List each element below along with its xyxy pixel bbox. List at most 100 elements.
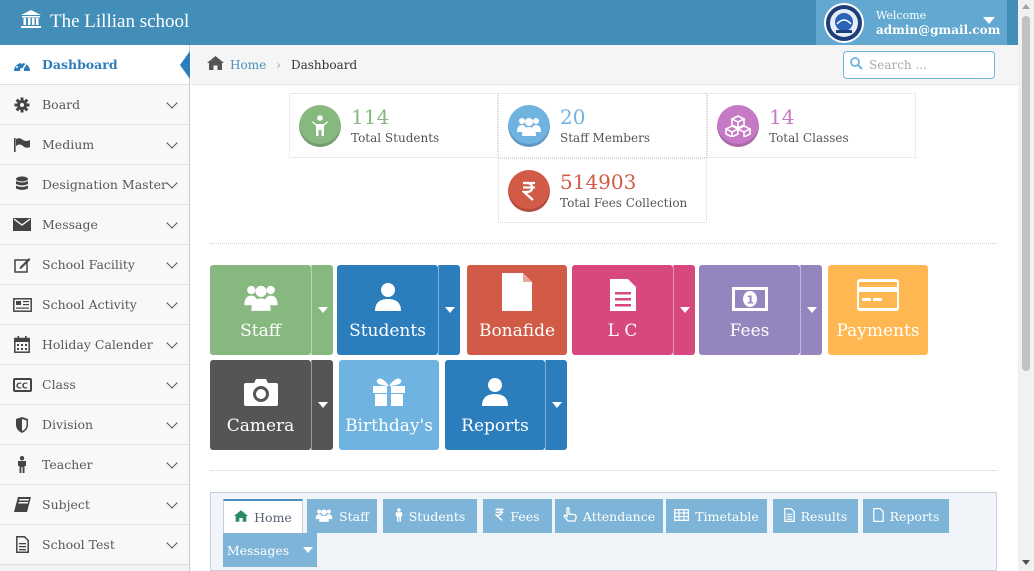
sidebar-item-designation-master[interactable]: Designation Master xyxy=(0,165,189,205)
tab-fees[interactable]: Fees xyxy=(483,499,552,533)
book-icon xyxy=(12,496,32,514)
sidebar-item-label: Class xyxy=(42,377,76,392)
stat-total-classes: 14 Total Classes xyxy=(707,93,916,158)
sidebar-item-class[interactable]: CC Class xyxy=(0,365,189,405)
stat-value: 514903 xyxy=(560,170,637,194)
breadcrumb-home-link[interactable]: Home xyxy=(230,58,266,72)
button-label: Fees xyxy=(729,321,770,341)
sidebar-item-dashboard[interactable]: Dashboard xyxy=(0,45,190,85)
tab-students[interactable]: Students xyxy=(383,499,477,533)
sidebar-item-subject[interactable]: Subject xyxy=(0,485,189,525)
reports-shortcut-button[interactable]: Reports xyxy=(445,360,545,450)
sidebar-item-label: Teacher xyxy=(42,457,93,472)
calendar-icon xyxy=(12,336,32,354)
staff-dropdown-toggle[interactable] xyxy=(311,265,333,355)
payments-shortcut-button[interactable]: Payments xyxy=(828,265,928,355)
credit-card-icon xyxy=(856,278,900,317)
group-icon xyxy=(315,508,333,525)
tab-messages[interactable]: Messages xyxy=(223,533,317,567)
sidebar-item-label: Subject xyxy=(42,497,90,512)
search-input[interactable]: Search ... xyxy=(843,51,995,79)
scroll-up-icon[interactable] xyxy=(1022,4,1030,9)
sidebar-item-label: Holiday Calender xyxy=(42,337,153,352)
database-icon xyxy=(12,176,32,194)
camera-icon xyxy=(243,377,279,412)
svg-text:CC: CC xyxy=(16,381,28,390)
tab-attendance[interactable]: Attendance xyxy=(555,499,663,533)
dashboard-icon xyxy=(12,56,32,74)
fees-dropdown-toggle[interactable] xyxy=(800,265,822,355)
sidebar-item-medium[interactable]: Medium xyxy=(0,125,189,165)
sidebar-item-label: School Activity xyxy=(42,297,137,312)
bonafide-shortcut-button[interactable]: Bonafide xyxy=(467,265,567,355)
staff-shortcut-button[interactable]: Staff xyxy=(210,265,311,355)
sidebar-item-label: School Facility xyxy=(42,257,135,272)
rupee-icon xyxy=(508,169,550,212)
cubes-icon xyxy=(717,104,759,147)
breadcrumb-separator: › xyxy=(276,57,281,72)
divider xyxy=(210,470,997,471)
envelope-icon xyxy=(12,216,32,234)
tab-staff[interactable]: Staff xyxy=(307,499,377,533)
shield-icon xyxy=(12,416,32,434)
file-icon xyxy=(872,507,884,525)
students-shortcut-button[interactable]: Students xyxy=(337,265,438,355)
tab-label: Home xyxy=(254,509,292,525)
reports-dropdown-toggle[interactable] xyxy=(545,360,567,450)
sidebar-item-school-test[interactable]: School Test xyxy=(0,525,189,565)
avatar xyxy=(824,2,864,43)
chevron-down-icon xyxy=(166,257,178,269)
user-menu[interactable]: Welcome admin@gmail.com xyxy=(816,0,1007,45)
welcome-text: Welcome xyxy=(876,8,927,22)
sidebar-item-holiday-calender[interactable]: Holiday Calender xyxy=(0,325,189,365)
chevron-down-icon xyxy=(166,337,178,349)
rupee-icon xyxy=(494,508,504,524)
file-text-icon xyxy=(12,536,32,554)
divider xyxy=(210,243,997,244)
button-label: Reports xyxy=(461,416,529,436)
sidebar-item-school-facility[interactable]: School Facility xyxy=(0,245,189,285)
tab-results[interactable]: Results xyxy=(773,499,858,533)
sidebar: Dashboard Board Medium Designation Maste… xyxy=(0,45,190,571)
camera-dropdown-toggle[interactable] xyxy=(311,360,333,450)
sidebar-item-teacher[interactable]: Teacher xyxy=(0,445,189,485)
sidebar-item-school-activity[interactable]: School Activity xyxy=(0,285,189,325)
button-label: Students xyxy=(349,321,426,341)
page-scrollbar[interactable] xyxy=(1018,0,1034,571)
male-icon xyxy=(395,507,403,525)
svg-text:1: 1 xyxy=(746,294,754,307)
tab-reports[interactable]: Reports xyxy=(863,499,949,533)
table-icon xyxy=(674,508,690,524)
caret-down-icon[interactable] xyxy=(983,17,995,24)
lc-shortcut-button[interactable]: L C xyxy=(572,265,673,355)
institution-icon xyxy=(20,9,42,35)
tab-home[interactable]: Home xyxy=(223,499,303,533)
lc-dropdown-toggle[interactable] xyxy=(673,265,695,355)
birthdays-shortcut-button[interactable]: Birthday's xyxy=(339,360,439,450)
camera-shortcut-button[interactable]: Camera xyxy=(210,360,311,450)
app-title: The Lillian school xyxy=(50,11,190,32)
stat-total-students: 114 Total Students xyxy=(289,93,498,158)
stat-label: Staff Members xyxy=(560,131,650,145)
brand[interactable]: The Lillian school xyxy=(20,9,189,35)
sidebar-item-board[interactable]: Board xyxy=(0,85,189,125)
user-icon xyxy=(374,282,402,317)
fees-shortcut-button[interactable]: 1 Fees xyxy=(699,265,800,355)
newspaper-icon xyxy=(12,296,32,314)
search-icon xyxy=(850,57,863,73)
tab-timetable[interactable]: Timetable xyxy=(666,499,767,533)
button-label: L C xyxy=(607,321,638,341)
flag-icon xyxy=(12,136,32,154)
caret-down-icon xyxy=(303,547,314,553)
male-icon xyxy=(12,456,32,474)
button-label: Payments xyxy=(836,321,920,341)
breadcrumb-current: Dashboard xyxy=(290,57,358,72)
scroll-down-icon[interactable] xyxy=(1022,560,1030,565)
sidebar-item-division[interactable]: Division xyxy=(0,405,189,445)
group-icon xyxy=(243,282,279,317)
students-dropdown-toggle[interactable] xyxy=(438,265,460,355)
edit-icon xyxy=(12,256,32,274)
scrollbar-thumb[interactable] xyxy=(1022,16,1030,371)
sidebar-item-message[interactable]: Message xyxy=(0,205,189,245)
chevron-down-icon xyxy=(166,217,178,229)
